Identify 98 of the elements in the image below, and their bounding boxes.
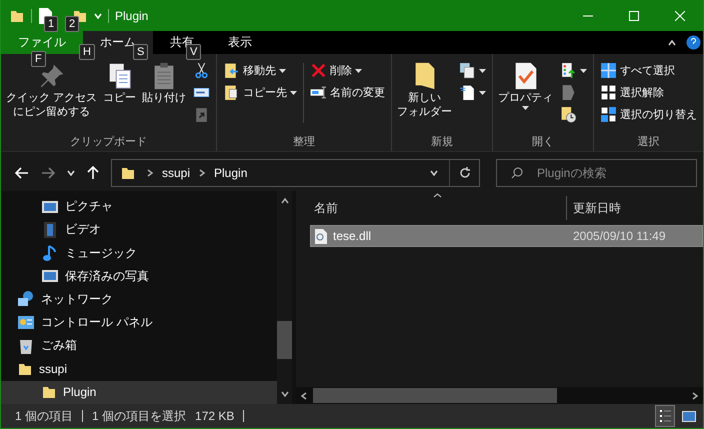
- scroll-left-icon: [300, 392, 308, 400]
- chevron-icon: [198, 169, 206, 177]
- music-icon: [41, 244, 59, 262]
- keytip: 2: [65, 16, 80, 32]
- maximize-icon: [629, 10, 639, 20]
- column-header[interactable]: 名前: [314, 200, 566, 216]
- nav-item[interactable]: ネットワーク: [1, 288, 277, 312]
- ribbon-tab[interactable]: 表示: [211, 31, 269, 54]
- window-title: Plugin: [115, 8, 148, 22]
- minimize-icon: [583, 14, 593, 16]
- keytip: 1: [44, 16, 58, 32]
- help-icon[interactable]: [686, 35, 701, 50]
- keytip: H: [79, 44, 95, 60]
- tiles-icon: [682, 410, 696, 422]
- group-label: 新規: [430, 135, 454, 149]
- ribbon-button[interactable]: 新しい フォルダー: [396, 59, 454, 135]
- ribbon-icon-button[interactable]: [457, 83, 488, 102]
- collapse-ribbon-icon: [668, 38, 676, 46]
- refresh-icon: [458, 167, 470, 179]
- history-icon: [560, 106, 578, 123]
- grid-icon: [600, 62, 618, 79]
- document-icon: [459, 84, 476, 101]
- vertical-scrollbar[interactable]: [277, 191, 292, 404]
- horizontal-scrollbar[interactable]: [296, 387, 703, 404]
- column-header[interactable]: 更新日時: [573, 200, 693, 216]
- nav-item[interactable]: ピクチャ: [1, 195, 277, 218]
- scroll-up-icon: [280, 197, 288, 205]
- keytip: F: [31, 51, 46, 67]
- customize-icon: [94, 12, 102, 20]
- group-label: 整理: [292, 135, 316, 149]
- ribbon-button[interactable]: 選択解除: [598, 83, 700, 102]
- ribbon-button[interactable]: コピー: [102, 59, 138, 135]
- caret-icon: [580, 68, 588, 72]
- scissors-icon: [193, 62, 210, 79]
- status-text: 1 個の項目を選択: [92, 408, 186, 424]
- windows-icon: [459, 62, 476, 79]
- status-text: 1 個の項目: [15, 408, 74, 424]
- search-icon: [511, 167, 523, 179]
- delete-icon: [310, 62, 328, 79]
- close-icon: [675, 10, 685, 20]
- chevron-icon: [430, 169, 438, 177]
- search-input[interactable]: Pluginの検索: [535, 165, 685, 181]
- breadcrumb[interactable]: ssupi: [162, 166, 190, 180]
- grid-icon: [600, 84, 618, 101]
- group-label: クリップボード: [69, 135, 148, 149]
- caret-icon: [522, 106, 530, 110]
- group-label: 選択: [636, 135, 661, 149]
- file-name: tese.dll: [315, 228, 573, 244]
- nav-item[interactable]: ビデオ: [1, 218, 277, 242]
- chevron-icon: [146, 169, 154, 177]
- network-icon: [17, 290, 35, 308]
- scroll-thumb[interactable]: [313, 388, 557, 403]
- dll-file-icon: [315, 228, 327, 244]
- chevron-icon: [67, 169, 75, 177]
- ribbon-button[interactable]: 貼り付け: [141, 59, 188, 135]
- ribbon-icon-button[interactable]: [457, 61, 488, 80]
- group-label: 開く: [531, 135, 556, 149]
- details-icon: [659, 409, 671, 423]
- folder-arrow-icon: [223, 62, 240, 79]
- breadcrumb[interactable]: Plugin: [214, 166, 248, 180]
- caret-icon: [355, 68, 362, 72]
- folder-icon: [41, 384, 57, 400]
- folder-icon: [17, 361, 33, 378]
- grid-icon: [600, 106, 618, 123]
- details-view-button[interactable]: [655, 405, 675, 427]
- nav-item[interactable]: コントロール パネル: [1, 311, 277, 334]
- search-field[interactable]: Pluginの検索: [496, 159, 697, 187]
- modified-date: 2005/09/10 11:49: [573, 229, 667, 243]
- scroll-thumb[interactable]: [277, 321, 292, 359]
- nav-item[interactable]: ミュージック: [1, 241, 277, 265]
- scroll-right-icon: [691, 392, 699, 400]
- caret-icon: [479, 68, 486, 72]
- folder-icon: [120, 165, 136, 181]
- ribbon-button[interactable]: 名前の変更: [308, 83, 388, 102]
- document-icon: [560, 62, 578, 79]
- nav-item[interactable]: ごみ箱: [1, 334, 277, 358]
- ribbon-button[interactable]: すべて選択: [598, 61, 700, 80]
- ribbon-tab[interactable]: ファイル: [1, 31, 83, 54]
- nav-item[interactable]: ssupi: [1, 358, 277, 381]
- caret-icon: [479, 90, 486, 94]
- caret-icon: [279, 68, 286, 72]
- control-panel-icon: [17, 314, 35, 332]
- address-bar[interactable]: ssupi Plugin: [111, 159, 480, 187]
- scroll-down-icon: [280, 390, 288, 398]
- keytip: S: [133, 44, 148, 60]
- nav-item[interactable]: Plugin: [1, 380, 277, 404]
- file-row[interactable]: tese.dll 2005/09/10 11:49: [310, 225, 703, 247]
- status-text: 172 KB: [195, 409, 234, 423]
- ribbon-button[interactable]: 削除: [308, 61, 388, 80]
- nav-item[interactable]: 保存済みの写真: [1, 264, 277, 288]
- ribbon-button[interactable]: コピー先: [221, 83, 300, 102]
- keytip: V: [186, 44, 202, 60]
- ribbon-button[interactable]: プロパティ: [497, 59, 554, 135]
- ribbon-button[interactable]: 移動先: [221, 61, 300, 80]
- film-icon: [41, 220, 59, 239]
- rename-icon: [310, 84, 328, 101]
- ribbon-button[interactable]: 選択の切り替え: [598, 105, 700, 124]
- caret-icon: [290, 90, 298, 94]
